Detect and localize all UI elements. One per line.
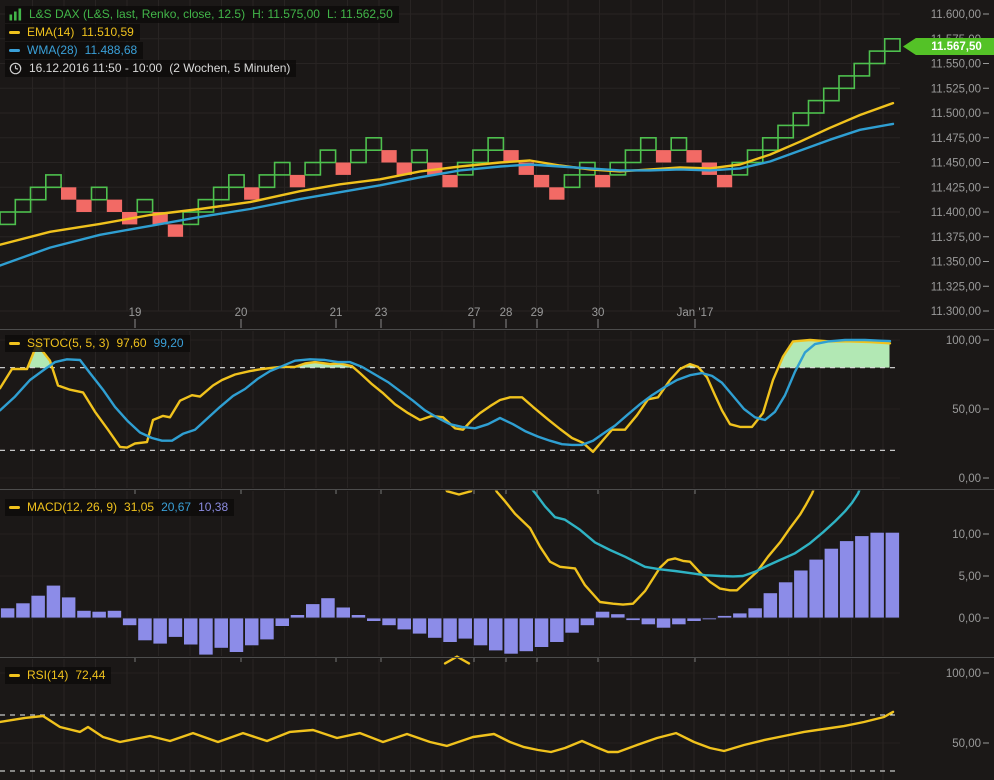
- sstoc-color-swatch-icon: [9, 342, 20, 345]
- timestamp-label: 16.12.2016 11:50 - 10:00: [29, 61, 162, 75]
- x-axis-label: 30: [592, 307, 605, 319]
- period-label: (2 Wochen, 5 Minuten): [169, 61, 290, 75]
- wma-value: 11.488,68: [85, 43, 138, 57]
- rsi-legend: RSI(14) 72,44: [5, 667, 111, 684]
- y-axis-label: 11.425,00: [931, 182, 981, 194]
- overbought-fill: [779, 340, 890, 368]
- rsi-legend-row[interactable]: RSI(14) 72,44: [5, 667, 111, 684]
- ema-color-swatch-icon: [9, 31, 20, 34]
- y-axis-label: 11.450,00: [931, 158, 981, 170]
- main-legend: L&S DAX (L&S, last, Renko, close, 12.5) …: [5, 6, 399, 77]
- macd-color-swatch-icon: [9, 506, 20, 509]
- y-axis-label: 11.325,00: [931, 281, 981, 293]
- wma-color-swatch-icon: [9, 49, 20, 52]
- low-value: L: 11.562,50: [327, 7, 393, 21]
- trading-chart-window: 1920212327282930Jan '1711.600,0011.575,0…: [0, 0, 994, 780]
- x-axis-label: 20: [235, 307, 248, 319]
- y-axis-label: 11.400,00: [931, 207, 981, 219]
- macd-legend-row[interactable]: MACD(12, 26, 9) 31,05 20,67 10,38: [5, 499, 234, 516]
- y-axis-label: 50,00: [952, 404, 981, 416]
- symbol-label: L&S DAX (L&S, last, Renko, close, 12.5): [29, 7, 245, 21]
- x-axis-label: 27: [468, 307, 481, 319]
- last-price-value: 11.567,50: [931, 41, 982, 53]
- rsi-value: 72,44: [75, 668, 105, 682]
- clock-icon: [9, 62, 22, 75]
- ema-label: EMA(14): [27, 25, 74, 39]
- y-axis-label: 100,00: [946, 668, 981, 680]
- macd-signal-value: 20,67: [161, 500, 191, 514]
- rsi-label: RSI(14): [27, 668, 68, 682]
- wma-label: WMA(28): [27, 43, 78, 57]
- y-axis-label: 11.350,00: [931, 257, 981, 269]
- last-price-tag: 11.567,50: [903, 38, 994, 55]
- x-axis-label: 29: [531, 307, 544, 319]
- x-axis-label: 28: [500, 307, 513, 319]
- y-axis-label: 11.500,00: [931, 108, 981, 120]
- chart-canvas[interactable]: 1920212327282930Jan '1711.600,0011.575,0…: [0, 0, 994, 780]
- sstoc-label: SSTOC(5, 5, 3): [27, 336, 109, 350]
- sstoc-k-value: 97,60: [116, 336, 146, 350]
- y-axis-label: 11.475,00: [931, 133, 981, 145]
- y-axis-label: 11.600,00: [931, 9, 981, 21]
- sstoc-legend: SSTOC(5, 5, 3) 97,60 99,20: [5, 335, 190, 352]
- sstoc-d-value: 99,20: [154, 336, 184, 350]
- y-axis-label: 100,00: [946, 335, 981, 347]
- grid-lines: [0, 0, 900, 780]
- wma-legend-row[interactable]: WMA(28) 11.488,68: [5, 42, 143, 59]
- rsi-plot: [0, 712, 900, 771]
- ema-legend-row[interactable]: EMA(14) 11.510,59: [5, 24, 140, 41]
- y-axis-label: 0,00: [959, 473, 981, 485]
- x-axis-label: 19: [129, 307, 142, 319]
- y-axis-label: 50,00: [952, 738, 981, 750]
- y-axis-label: 11.375,00: [931, 232, 981, 244]
- y-axis-label: 11.550,00: [931, 59, 981, 71]
- macd-plot: [0, 400, 900, 655]
- macd-label: MACD(12, 26, 9): [27, 500, 117, 514]
- x-axis-label: 21: [330, 307, 343, 319]
- high-value: H: 11.575,00: [252, 7, 320, 21]
- y-axis-label: 5,00: [959, 571, 981, 583]
- y-axis-label: 0,00: [959, 613, 981, 625]
- mini-chart-icon: [9, 8, 22, 21]
- macd-legend: MACD(12, 26, 9) 31,05 20,67 10,38: [5, 499, 234, 516]
- y-axis-label: 10,00: [952, 529, 981, 541]
- macd-value: 31,05: [124, 500, 154, 514]
- sstoc-legend-row[interactable]: SSTOC(5, 5, 3) 97,60 99,20: [5, 335, 190, 352]
- y-axis-label: 11.525,00: [931, 83, 981, 95]
- sstoc-plot: [0, 340, 900, 452]
- x-axis-label: 23: [375, 307, 388, 319]
- rsi-color-swatch-icon: [9, 674, 20, 677]
- time-range-row: 16.12.2016 11:50 - 10:00 (2 Wochen, 5 Mi…: [5, 60, 296, 77]
- symbol-legend-row[interactable]: L&S DAX (L&S, last, Renko, close, 12.5) …: [5, 6, 399, 23]
- ema-value: 11.510,59: [81, 25, 134, 39]
- x-axis-label: Jan '17: [677, 307, 714, 319]
- y-axis-label: 11.300,00: [931, 306, 981, 318]
- macd-hist-value: 10,38: [198, 500, 228, 514]
